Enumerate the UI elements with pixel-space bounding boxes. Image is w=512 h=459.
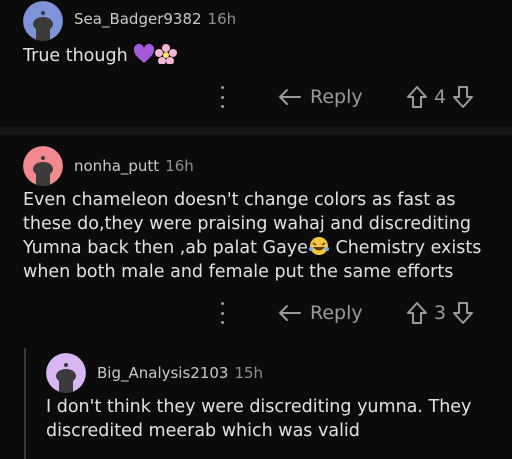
reply-arrow-icon — [279, 305, 301, 321]
upvote-icon[interactable] — [406, 301, 428, 325]
comment-username[interactable]: nonha_putt — [74, 157, 159, 175]
more-options-icon[interactable] — [217, 302, 227, 324]
comment-body: I don't think they were discrediting yum… — [46, 396, 496, 443]
comment-timestamp: 15h — [234, 364, 264, 382]
avatar[interactable] — [23, 1, 63, 41]
vote-controls: 4 — [406, 85, 474, 109]
reply-label: Reply — [310, 302, 363, 324]
comment-body: True though — [23, 44, 178, 69]
vote-score: 4 — [434, 86, 447, 108]
avatar[interactable] — [46, 353, 86, 393]
more-options-icon[interactable] — [217, 86, 227, 108]
reply-label: Reply — [310, 86, 363, 108]
comment-body: Even chameleon doesn't change colors as … — [23, 189, 493, 284]
reply-button[interactable]: Reply — [278, 302, 363, 324]
comment-text: True though — [23, 46, 128, 66]
comment-username[interactable]: Big_Analysis2103 — [97, 364, 228, 382]
upvote-icon[interactable] — [406, 85, 428, 109]
comment-divider — [0, 127, 512, 135]
comment-username[interactable]: Sea_Badger9382 — [74, 10, 202, 28]
comment-actions: Reply — [278, 302, 363, 324]
downvote-icon[interactable] — [452, 85, 474, 109]
comment-actions — [217, 302, 227, 324]
snoo-avatar-icon — [23, 1, 63, 41]
purple-heart-icon — [134, 44, 155, 63]
thread-line[interactable] — [24, 348, 26, 459]
comment-actions — [217, 86, 227, 108]
laughing-tears-emoji-icon — [308, 237, 329, 255]
comment-actions: Reply — [278, 86, 363, 108]
avatar[interactable] — [23, 146, 63, 186]
snoo-avatar-icon — [46, 353, 86, 393]
comment-timestamp: 16h — [207, 10, 237, 28]
snoo-avatar-icon — [23, 146, 63, 186]
comment-text: I don't think they were discrediting yum… — [46, 397, 472, 441]
downvote-icon[interactable] — [452, 301, 474, 325]
vote-controls: 3 — [406, 301, 474, 325]
vote-score: 3 — [434, 302, 447, 324]
cherry-blossom-icon — [155, 44, 178, 64]
reply-arrow-icon — [279, 89, 301, 105]
comment-timestamp: 16h — [165, 157, 194, 175]
reply-button[interactable]: Reply — [278, 86, 363, 108]
